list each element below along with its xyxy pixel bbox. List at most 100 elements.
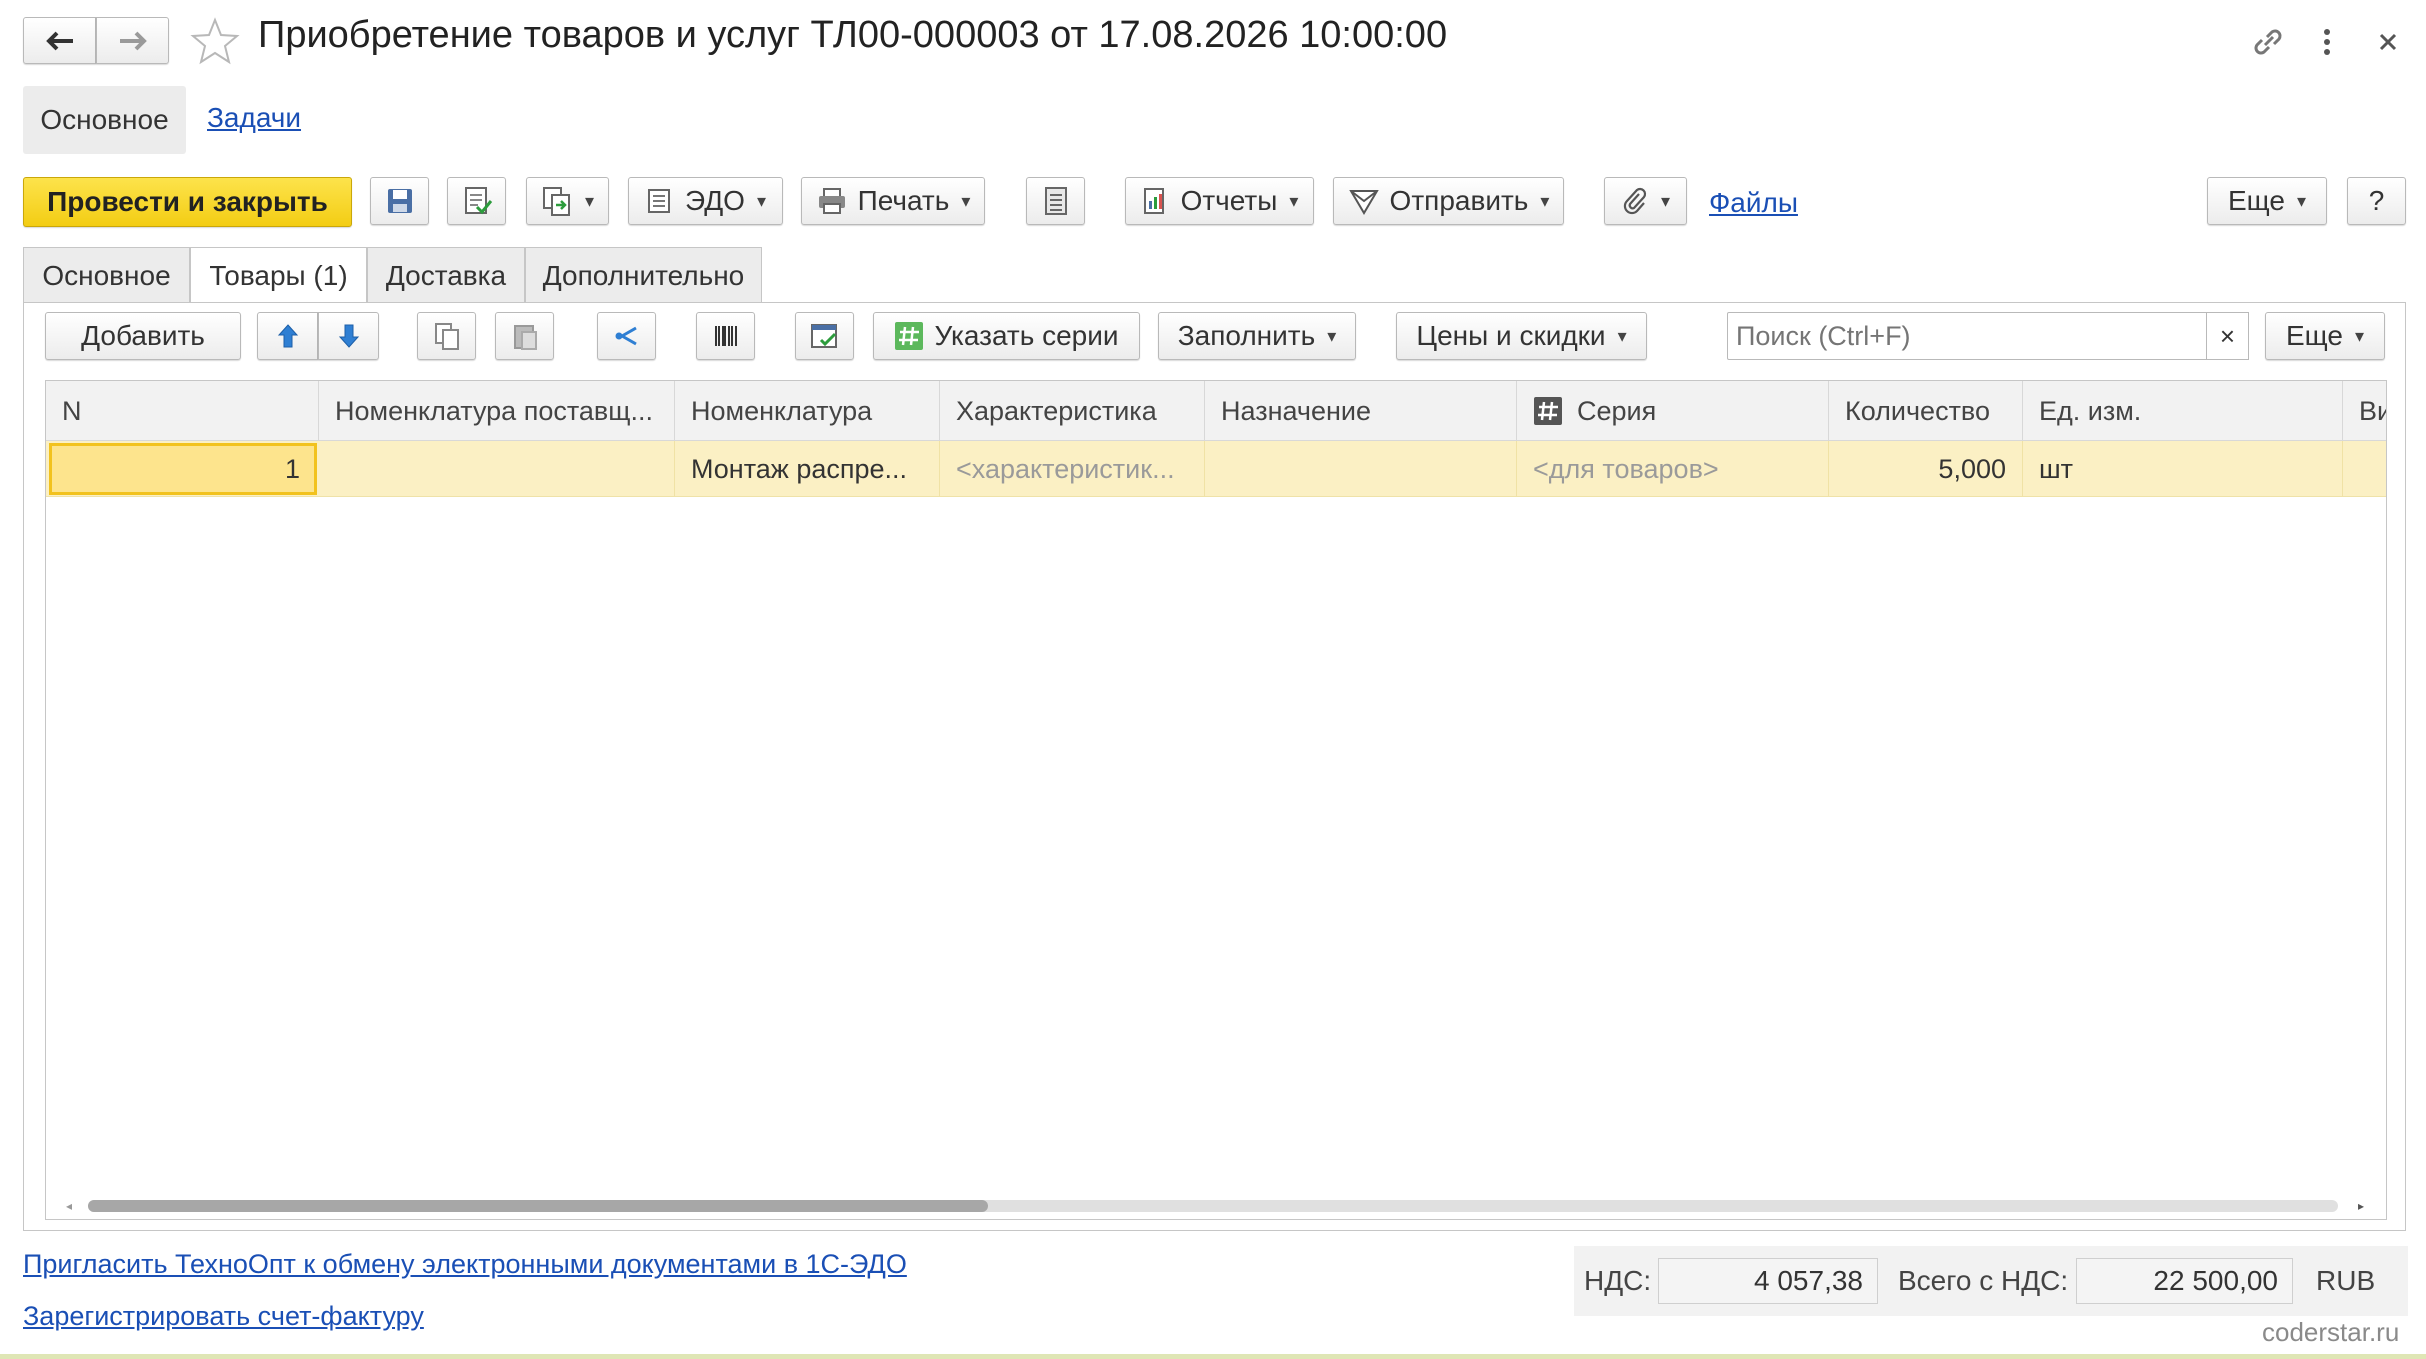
tab-goods[interactable]: Товары (1) [190,247,367,304]
barcode-button[interactable] [696,312,755,360]
print-button[interactable]: Печать ▾ [801,177,985,225]
split-row-button[interactable] [597,312,656,360]
create-based-on-button[interactable]: ▾ [526,177,609,225]
goods-panel: Добавить Указать серии Заполнить ▾ Цены … [23,302,2406,1231]
dropdown-caret-icon: ▾ [1540,190,1550,211]
check-selection-button[interactable] [795,312,854,360]
tab-delivery[interactable]: Доставка [367,247,525,303]
forward-button[interactable] [96,17,169,64]
post-button[interactable] [447,177,506,225]
clear-search-button[interactable]: × [2206,312,2249,360]
column-header-n[interactable]: N [46,381,319,441]
reports-label: Отчеты [1180,185,1278,216]
horizontal-scrollbar[interactable] [88,1200,2338,1212]
goods-more-label: Еще [2285,320,2343,351]
dropdown-caret-icon: ▾ [1289,190,1299,211]
nav-tasks-link[interactable]: Задачи [207,102,301,134]
fill-label: Заполнить [1177,320,1316,351]
cell-series[interactable]: <для товаров> [1517,441,1829,497]
invite-edo-link[interactable]: Пригласить ТехноОпт к обмену электронным… [23,1249,907,1280]
dropdown-caret-icon: ▾ [961,190,971,211]
arrow-left-icon [45,30,75,52]
favorite-star-icon[interactable] [190,16,240,66]
create-based-on-icon [541,185,573,217]
paste-row-button[interactable] [495,312,554,360]
specify-series-button[interactable]: Указать серии [873,312,1140,360]
help-button[interactable]: ? [2347,177,2406,225]
barcode-icon [711,322,741,350]
move-down-button[interactable] [318,312,379,360]
hash-icon [1533,396,1563,426]
scroll-right-icon[interactable]: ▸ [2352,1196,2370,1216]
cell-partial[interactable] [2343,441,2386,497]
table-header: N Номенклатура поставщ... Номенклатура Х… [46,381,2386,441]
prices-discounts-label: Цены и скидки [1416,320,1606,351]
column-header-partial[interactable]: Ви [2343,381,2386,441]
close-icon[interactable] [2370,22,2406,62]
send-label: Отправить [1389,185,1529,216]
move-up-button[interactable] [257,312,318,360]
prices-discounts-button[interactable]: Цены и скидки ▾ [1396,312,1647,360]
specify-series-label: Указать серии [934,320,1119,351]
add-row-button[interactable]: Добавить [45,312,241,360]
tab-additional[interactable]: Дополнительно [525,247,762,303]
column-header-series-label: Серия [1577,395,1657,426]
document-journal-button[interactable] [1026,177,1085,225]
column-header-supplier-item[interactable]: Номенклатура поставщ... [319,381,675,441]
link-icon[interactable] [2248,22,2288,62]
tab-main[interactable]: Основное [23,247,190,303]
reports-button[interactable]: Отчеты ▾ [1125,177,1314,225]
arrow-down-icon [337,322,361,350]
total-label: Всего с НДС: [1898,1265,2069,1296]
search-input[interactable] [1727,312,2207,360]
cell-supplier-item[interactable] [319,441,675,497]
copy-row-button[interactable] [417,312,476,360]
more-label: Еще [2227,185,2285,216]
cell-purpose[interactable] [1205,441,1517,497]
nav-main[interactable]: Основное [23,86,186,154]
copy-icon [433,321,461,351]
table-row[interactable]: 1 Монтаж распре... <характеристик... <дл… [46,441,2386,497]
column-header-item[interactable]: Номенклатура [675,381,940,441]
scrollbar-thumb[interactable] [88,1200,988,1212]
dropdown-caret-icon: ▾ [1660,190,1671,211]
fill-button[interactable]: Заполнить ▾ [1158,312,1356,360]
attachments-button[interactable]: ▾ [1604,177,1687,225]
cell-unit[interactable]: шт [2023,441,2343,497]
cell-item[interactable]: Монтаж распре... [675,441,940,497]
send-button[interactable]: Отправить ▾ [1333,177,1564,225]
back-button[interactable] [23,17,96,64]
vat-label: НДС: [1584,1265,1652,1296]
cell-quantity[interactable]: 5,000 [1829,441,2023,497]
vat-value: 4 057,38 [1658,1258,1878,1304]
post-and-close-button[interactable]: Провести и закрыть [23,177,352,227]
register-invoice-link[interactable]: Зарегистрировать счет-фактуру [23,1301,424,1332]
column-header-purpose[interactable]: Назначение [1205,381,1517,441]
currency-label: RUB [2316,1265,2376,1296]
cell-n[interactable]: 1 [49,443,317,495]
bottom-border [0,1354,2426,1359]
scroll-left-icon[interactable]: ◂ [60,1196,78,1216]
column-header-quantity[interactable]: Количество [1829,381,2023,441]
files-link[interactable]: Файлы [1709,187,1798,219]
paste-icon [511,321,539,351]
column-header-series[interactable]: Серия [1517,381,1829,441]
dropdown-caret-icon: ▾ [2354,325,2365,346]
reports-icon [1141,186,1171,216]
watermark: coderstar.ru [2262,1317,2400,1347]
floppy-disk-icon [385,186,415,216]
column-header-unit[interactable]: Ед. изм. [2023,381,2343,441]
save-button[interactable] [370,177,429,225]
list-document-icon [1043,185,1069,217]
edo-button[interactable]: ЭДО ▾ [628,177,783,225]
more-vertical-icon[interactable] [2312,22,2342,62]
column-header-characteristic[interactable]: Характеристика [940,381,1205,441]
more-button[interactable]: Еще ▾ [2207,177,2327,225]
printer-icon [816,186,848,216]
arrow-right-icon [118,30,148,52]
goods-more-button[interactable]: Еще ▾ [2265,312,2385,360]
page-title: Приобретение товаров и услуг ТЛ00-000003… [258,14,1448,56]
cell-characteristic[interactable]: <характеристик... [940,441,1205,497]
dropdown-caret-icon: ▾ [2296,190,2307,211]
hash-series-icon [894,321,924,351]
